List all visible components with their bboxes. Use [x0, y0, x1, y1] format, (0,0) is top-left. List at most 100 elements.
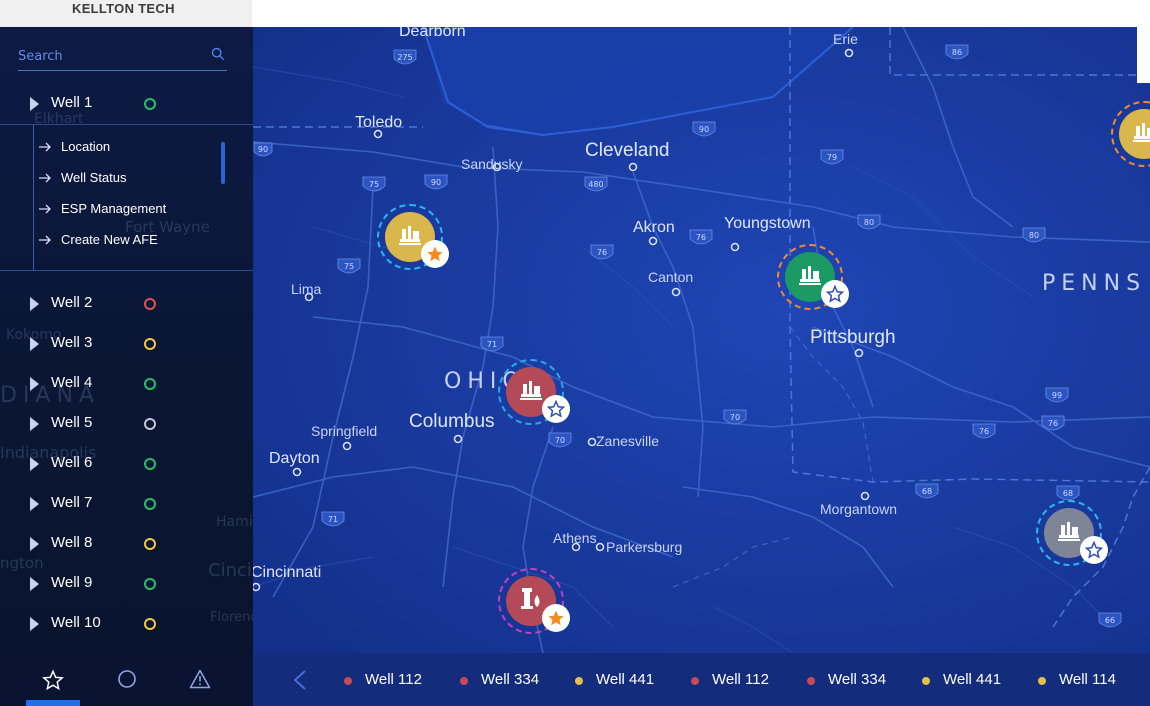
submenu-scrollbar[interactable] [221, 142, 225, 184]
expand-arrow-icon[interactable] [30, 497, 39, 511]
submenu-item-location[interactable]: Location [36, 137, 216, 159]
well-item[interactable]: Well 2 [0, 284, 253, 324]
city-label: Toledo [355, 114, 403, 131]
well-marker-green[interactable] [777, 244, 849, 310]
well-name: Well 7 [51, 494, 93, 511]
city-label: Parkersburg [606, 539, 683, 555]
well-name: Well 9 [51, 574, 93, 591]
well-item[interactable]: Well 4 [0, 364, 253, 404]
status-dot [144, 498, 156, 510]
well-marker-red[interactable] [498, 359, 570, 425]
city-label: Canton [648, 269, 694, 285]
well-item[interactable]: Well 9 [0, 564, 253, 604]
svg-text:76: 76 [696, 233, 706, 242]
svg-text:70: 70 [555, 436, 565, 445]
arrow-right-icon [39, 204, 51, 214]
expand-arrow-icon[interactable] [30, 457, 39, 471]
star-outline-icon [547, 400, 565, 418]
search-input[interactable] [18, 44, 198, 68]
svg-text:76: 76 [979, 427, 989, 436]
oil-drop-icon [521, 588, 540, 609]
search-box [18, 42, 227, 71]
status-dot [144, 538, 156, 550]
well-item[interactable]: Well 8 [0, 524, 253, 564]
well-marker-grey[interactable] [1036, 500, 1108, 566]
submenu-item-esp-management[interactable]: ESP Management [36, 199, 216, 221]
expand-arrow-icon[interactable] [30, 337, 39, 351]
circle-icon [118, 670, 136, 688]
svg-text:90: 90 [699, 125, 709, 134]
city-label: Akron [633, 219, 675, 236]
ticker-label: Well 112 [365, 671, 422, 688]
expand-arrow-icon[interactable] [30, 617, 39, 631]
city-label: Dayton [269, 450, 320, 467]
expand-arrow-icon[interactable] [30, 577, 39, 591]
submenu-guide-line [33, 125, 34, 271]
tab-all-wells[interactable] [92, 652, 162, 706]
submenu-label: ESP Management [61, 201, 167, 216]
favorite-badge[interactable] [542, 395, 570, 423]
city-label: Springfield [311, 423, 378, 439]
tab-alerts[interactable] [165, 652, 235, 706]
favorite-badge[interactable] [421, 240, 449, 268]
well-marker-yellow-edge[interactable] [1111, 101, 1150, 167]
well-item[interactable]: Well 6 [0, 444, 253, 484]
expand-arrow-icon[interactable] [30, 417, 39, 431]
search-icon[interactable] [211, 47, 225, 61]
well-item[interactable]: Well 3 [0, 324, 253, 364]
oil-rig-icon [520, 381, 542, 400]
sidebar: Elkhart Fort Wayne Kokomo DIANA Indianap… [0, 27, 253, 706]
svg-text:90: 90 [431, 178, 441, 187]
arrow-right-icon [39, 142, 51, 152]
active-tab-indicator [26, 700, 80, 706]
ticker-status-dot [460, 677, 468, 685]
expand-arrow-icon[interactable] [30, 537, 39, 551]
submenu-label: Location [61, 139, 111, 154]
region-label: PENNS [1042, 271, 1147, 296]
svg-text:71: 71 [487, 340, 497, 349]
ticker-status-dot [344, 677, 352, 685]
well-item-expanded[interactable]: Well 1 [0, 84, 253, 124]
ticker-label: Well 334 [481, 671, 540, 688]
svg-text:75: 75 [344, 262, 354, 271]
app-logo[interactable]: KELLTON TECH [72, 1, 175, 16]
well-submenu: Location Well Status ESP Management Crea… [0, 124, 253, 271]
svg-text:79: 79 [827, 153, 837, 162]
city-label: Lima [291, 281, 322, 297]
status-dot [144, 338, 156, 350]
arrow-right-icon [39, 173, 51, 183]
well-marker-red-drop-starred[interactable] [498, 568, 570, 634]
expand-arrow-icon[interactable] [30, 297, 39, 311]
well-item[interactable]: Well 5 [0, 404, 253, 444]
well-marker-yellow-starred[interactable] [377, 204, 449, 270]
map-view[interactable]: 275 90 75 90 480 90 79 86 80 76 75 71 80 70 70 76 7… [253, 27, 1150, 653]
well-item[interactable]: Well 7 [0, 484, 253, 524]
status-dot [144, 298, 156, 310]
favorite-badge[interactable] [542, 604, 570, 632]
arrow-right-icon [39, 235, 51, 245]
city-label: Erie [833, 31, 858, 47]
submenu-label: Create New AFE [61, 232, 158, 247]
tab-favorites[interactable] [18, 652, 88, 706]
svg-text:75: 75 [369, 180, 379, 189]
chevron-left-icon[interactable] [291, 669, 309, 691]
ticker-label: Well 441 [596, 671, 655, 688]
submenu-item-create-afe[interactable]: Create New AFE [36, 230, 216, 252]
status-dot [144, 378, 156, 390]
expand-arrow-icon[interactable] [30, 377, 39, 391]
status-dot [144, 578, 156, 590]
well-name: Well 4 [51, 374, 93, 391]
favorite-badge[interactable] [1080, 536, 1108, 564]
svg-text:76: 76 [1048, 419, 1058, 428]
city-label: Youngstown [724, 215, 811, 232]
expand-arrow-icon[interactable] [30, 97, 39, 111]
submenu-item-well-status[interactable]: Well Status [36, 168, 216, 190]
well-item[interactable]: Well 10 [0, 604, 253, 644]
svg-text:80: 80 [1029, 231, 1039, 240]
svg-text:71: 71 [328, 515, 338, 524]
favorite-badge[interactable] [821, 280, 849, 308]
star-icon [42, 669, 64, 691]
ticker-label: Well 441 [943, 671, 1002, 688]
star-outline-icon [1085, 541, 1103, 559]
svg-text:86: 86 [952, 48, 962, 57]
